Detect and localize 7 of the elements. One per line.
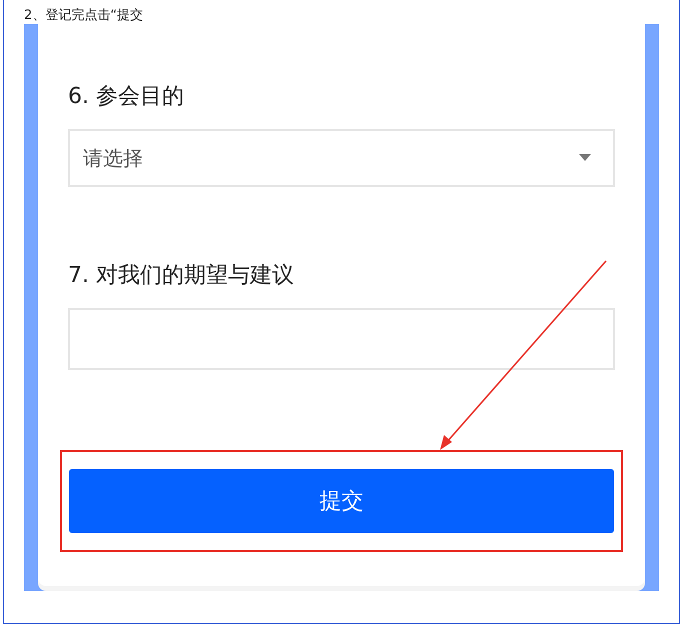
input-field[interactable]	[68, 308, 615, 370]
caret-icon	[579, 154, 591, 162]
submit-button[interactable]: 提交	[69, 469, 614, 533]
select-field[interactable]: 请选择	[68, 129, 615, 187]
question-label: 7. 对我们的期望与建议	[68, 262, 295, 290]
caption-text: 2、登记完点击“提交	[23, 7, 144, 24]
question-label: 6. 参会目的	[68, 83, 185, 111]
